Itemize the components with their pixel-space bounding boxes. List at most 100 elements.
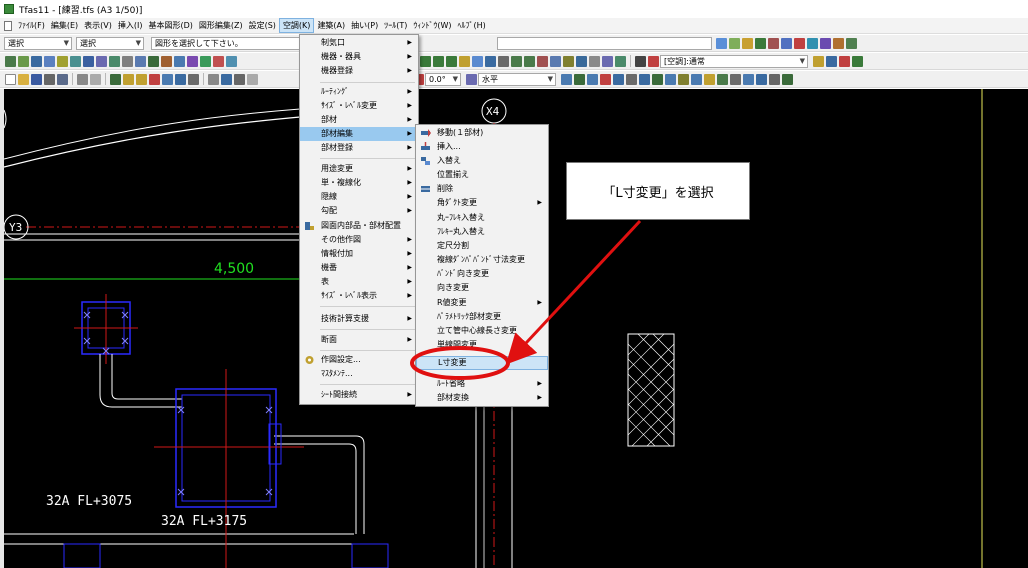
menu-item-routing[interactable]: ﾙｰﾃｨﾝｸﾞ ▶ (300, 85, 418, 99)
copy-icon[interactable] (234, 73, 245, 85)
draw-block-icon[interactable] (730, 73, 741, 85)
submenu-item-r-value-change[interactable]: R値変更 ▶ (416, 296, 548, 310)
unit-icon[interactable] (226, 55, 237, 67)
draw-line-icon[interactable] (561, 73, 572, 85)
menu-item-machine-number[interactable]: 機番 ▶ (300, 261, 418, 275)
layer-state-icon[interactable] (635, 55, 646, 67)
direction-combo[interactable]: 水平 ▼ (478, 72, 556, 86)
grid-icon[interactable] (755, 37, 766, 49)
zoom-area-icon[interactable] (110, 73, 121, 85)
draw-polyline-icon[interactable] (574, 73, 585, 85)
submenu-item-route-omit[interactable]: ﾙｰﾄ省略 ▶ (416, 377, 548, 391)
draw-circle-icon[interactable] (600, 73, 611, 85)
menu-item-hidden-line[interactable]: 隠線 ▶ (300, 190, 418, 204)
elbow-icon[interactable] (70, 55, 81, 67)
command-input[interactable] (497, 36, 712, 50)
zoom-in-icon[interactable] (136, 73, 147, 85)
undo-icon[interactable] (77, 73, 88, 85)
submenu-item-band-direction[interactable]: ﾊﾞﾝﾄﾞ向き変更 (416, 267, 548, 281)
size-icon[interactable] (433, 55, 444, 67)
mode-combo-2[interactable]: 選択 ▼ (76, 36, 144, 50)
save-icon[interactable] (31, 73, 42, 85)
redo-icon[interactable] (90, 73, 101, 85)
reducer-icon[interactable] (96, 55, 107, 67)
menu-view[interactable]: 表示(V) (81, 18, 115, 33)
menu-item-drawing-settings[interactable]: 作図設定... (300, 353, 418, 367)
menu-item-master-maintenance[interactable]: ﾏｽﾀﾒﾝﾃ... (300, 367, 418, 381)
submenu-item-flex-round-replace[interactable]: ﾌﾚｷｰ丸入替え (416, 225, 548, 239)
valve-icon[interactable] (44, 55, 55, 67)
submenu-item-riser-length[interactable]: 立て管中心線長さ変更 (416, 324, 548, 338)
draw-ole-icon[interactable] (756, 73, 767, 85)
submenu-item-fixed-split[interactable]: 定尺分割 (416, 239, 548, 253)
draw-dim-icon[interactable] (639, 73, 650, 85)
pan-icon[interactable] (162, 73, 173, 85)
draw-rect-icon[interactable] (587, 73, 598, 85)
paste-icon[interactable] (247, 73, 258, 85)
angle-combo[interactable]: 0.0° ▼ (425, 72, 461, 86)
submenu-item-single-line-change[interactable]: 単線間変更 (416, 338, 548, 352)
mic-icon[interactable] (716, 37, 727, 49)
menu-item-equipment-register[interactable]: 機器登録 ▶ (300, 64, 418, 78)
menu-edit[interactable]: 編集(E) (48, 18, 81, 33)
section-icon[interactable] (459, 55, 470, 67)
calc-icon[interactable] (524, 55, 535, 67)
grid-snap-icon[interactable] (208, 73, 219, 85)
menu-item-single-double[interactable]: 単・複線化 ▶ (300, 176, 418, 190)
fitting-icon[interactable] (31, 55, 42, 67)
menu-item-info-add[interactable]: 情報付加 ▶ (300, 247, 418, 261)
number-icon[interactable] (511, 55, 522, 67)
menu-item-tech-calc[interactable]: 技術計算支援 ▶ (300, 312, 418, 326)
support-icon[interactable] (161, 55, 172, 67)
layout-icon[interactable] (833, 37, 844, 49)
layer-lock-icon[interactable] (839, 55, 850, 67)
tool-icon[interactable] (742, 37, 753, 49)
menu-item-equipment[interactable]: 機器・器具 ▶ (300, 50, 418, 64)
menu-item-size-level-display[interactable]: ｻｲｽﾞ・ﾚﾍﾞﾙ表示 ▶ (300, 289, 418, 303)
sleeve-icon[interactable] (135, 55, 146, 67)
ref-icon[interactable] (602, 55, 613, 67)
insulation-icon[interactable] (148, 55, 159, 67)
open-icon[interactable] (18, 73, 29, 85)
menu-item-usage-change[interactable]: 用途変更 ▶ (300, 162, 418, 176)
submenu-item-delete[interactable]: 削除 (416, 182, 548, 196)
ortho-icon[interactable] (221, 73, 232, 85)
draw-point-icon[interactable] (769, 73, 780, 85)
symbol-icon[interactable] (472, 55, 483, 67)
block-icon[interactable] (589, 55, 600, 67)
submenu-item-insert[interactable]: 挿入... (416, 140, 548, 154)
layer-combo[interactable]: [空調]:通常 ▼ (660, 54, 808, 68)
connect-icon[interactable] (550, 55, 561, 67)
menu-item-drawing-parts-place[interactable]: 図面内部品・部材配置 (300, 219, 418, 233)
menu-item-parts-register[interactable]: 部材登録 ▶ (300, 141, 418, 155)
window-icon[interactable] (188, 73, 199, 85)
submenu-item-l-dimension-change[interactable]: L寸変更 (416, 356, 548, 370)
submenu-item-move[interactable]: 移動(１部材) (416, 126, 548, 140)
draw-more-icon[interactable] (782, 73, 793, 85)
level-icon[interactable] (420, 55, 431, 67)
snap-icon[interactable] (768, 37, 779, 49)
menu-extract[interactable]: 抽い(P) (348, 18, 381, 33)
submenu-item-align[interactable]: 位置揃え (416, 168, 548, 182)
diffuser-icon[interactable] (187, 55, 198, 67)
pipe-icon[interactable] (18, 55, 29, 67)
mode-combo-1[interactable]: 選択 ▼ (4, 36, 72, 50)
menu-settings[interactable]: 設定(S) (246, 18, 279, 33)
draw-arc-icon[interactable] (613, 73, 624, 85)
draw-text-icon[interactable] (626, 73, 637, 85)
draw-cloud-icon[interactable] (678, 73, 689, 85)
hanger-icon[interactable] (122, 55, 133, 67)
zoom-out-icon[interactable] (149, 73, 160, 85)
draw-hatch-icon[interactable] (652, 73, 663, 85)
prop-icon[interactable] (820, 37, 831, 49)
print-area-icon[interactable] (563, 55, 574, 67)
view-icon[interactable] (807, 37, 818, 49)
draw-leader-icon[interactable] (665, 73, 676, 85)
tag-icon[interactable] (537, 55, 548, 67)
menu-item-other-drawing[interactable]: その他作図 ▶ (300, 233, 418, 247)
menu-basic-shapes[interactable]: 基本図形(D) (145, 18, 195, 33)
menu-item-diffuser[interactable]: 制気口 ▶ (300, 36, 418, 50)
check-icon[interactable] (794, 37, 805, 49)
outlet-icon[interactable] (174, 55, 185, 67)
draw-table-icon[interactable] (717, 73, 728, 85)
